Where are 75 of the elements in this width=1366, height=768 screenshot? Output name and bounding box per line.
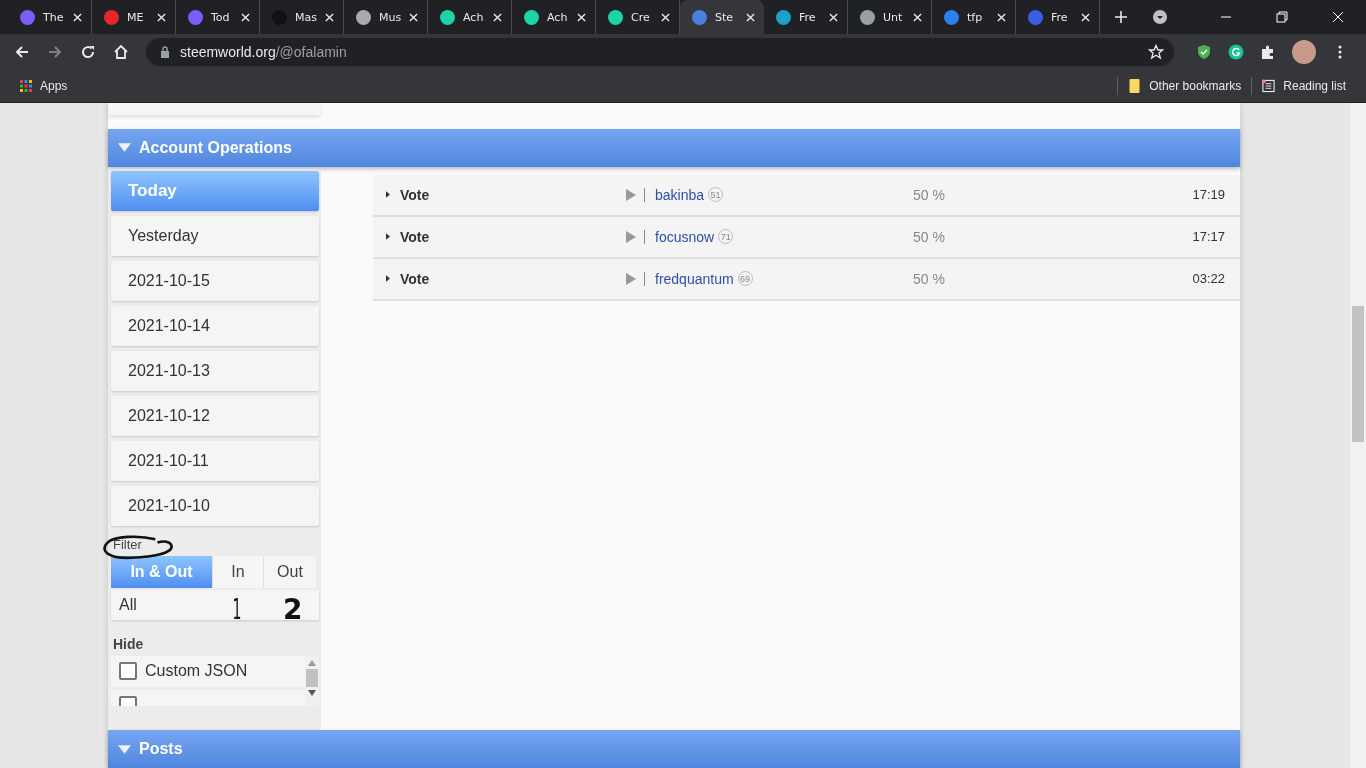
- close-icon[interactable]: [157, 12, 166, 22]
- extension-circle-icon[interactable]: [1228, 44, 1244, 60]
- folder-icon: [1128, 79, 1142, 93]
- other-bookmarks[interactable]: Other bookmarks: [1128, 79, 1242, 93]
- close-icon[interactable]: [746, 12, 755, 22]
- reading-list[interactable]: Reading list: [1262, 79, 1346, 93]
- scrollbar[interactable]: [1350, 103, 1366, 768]
- expand-caret-icon: [386, 275, 390, 283]
- scrollbar[interactable]: [305, 655, 319, 706]
- home-icon[interactable]: [113, 44, 129, 60]
- direction-toggle[interactable]: Out: [264, 555, 316, 588]
- back-icon[interactable]: [14, 44, 30, 60]
- close-icon[interactable]: [73, 12, 82, 22]
- account-link[interactable]: focusnow: [655, 228, 715, 245]
- operation-row[interactable]: Vote fredquantum 69 50 % 03:22: [373, 258, 1240, 301]
- apps-grid-icon: [20, 80, 32, 92]
- operation-type: Vote: [400, 186, 431, 203]
- lock-icon: [160, 46, 170, 58]
- apps-bookmark[interactable]: Apps: [20, 79, 68, 93]
- play-icon[interactable]: [626, 188, 636, 201]
- operation-time: 17:17: [1192, 229, 1225, 245]
- operation-time: 03:22: [1192, 271, 1225, 287]
- forward-icon[interactable]: [47, 44, 63, 60]
- profile-avatar[interactable]: [1292, 40, 1316, 64]
- filter-label: Filter: [113, 536, 142, 552]
- close-icon[interactable]: [913, 12, 922, 22]
- vote-weight: 50 %: [913, 186, 945, 203]
- shield-icon[interactable]: [1196, 44, 1212, 60]
- expand-caret-icon: [386, 191, 390, 199]
- date-tab[interactable]: Yesterday: [111, 215, 319, 256]
- date-tab[interactable]: 2021-10-12: [111, 395, 319, 436]
- account-link[interactable]: bakinba: [655, 186, 705, 203]
- close-icon[interactable]: [577, 12, 586, 22]
- puzzle-icon[interactable]: [1260, 44, 1276, 60]
- hide-option[interactable]: Custom JSON: [111, 655, 305, 687]
- browser-tab[interactable]: Ste: [680, 0, 764, 34]
- hide-label: Hide: [113, 635, 145, 652]
- collapse-triangle-icon: [118, 143, 131, 153]
- operation-type: Vote: [400, 228, 431, 245]
- date-tab[interactable]: 2021-10-11: [111, 440, 319, 481]
- close-icon[interactable]: [409, 12, 419, 22]
- close-window-icon[interactable]: [1332, 11, 1344, 23]
- date-tab[interactable]: 2021-10-15: [111, 260, 319, 301]
- date-tab[interactable]: 2021-10-10: [111, 485, 319, 526]
- restore-icon[interactable]: [1276, 11, 1288, 23]
- option-label: Custom JSON: [145, 662, 248, 681]
- play-icon[interactable]: [626, 272, 636, 285]
- reload-icon[interactable]: [80, 44, 96, 60]
- operation-time: 17:19: [1192, 187, 1225, 203]
- close-icon[interactable]: [241, 12, 250, 22]
- close-icon[interactable]: [1081, 12, 1090, 22]
- close-icon[interactable]: [325, 12, 334, 22]
- address-bar[interactable]: steemworld.org/@ofalamin: [146, 38, 1174, 66]
- operation-type: Vote: [400, 270, 431, 287]
- expand-caret-icon: [386, 233, 390, 241]
- account-link[interactable]: fredquantum: [655, 270, 734, 287]
- checkbox[interactable]: [119, 662, 137, 681]
- collapse-triangle-icon: [118, 744, 131, 754]
- vote-weight: 50 %: [913, 228, 945, 245]
- close-icon[interactable]: [829, 12, 838, 22]
- operation-row[interactable]: Vote focusnow 71 50 % 17:17: [373, 216, 1240, 259]
- date-tab[interactable]: 2021-10-13: [111, 350, 319, 391]
- close-icon[interactable]: [997, 12, 1006, 22]
- close-icon[interactable]: [661, 12, 670, 22]
- tab-search-icon[interactable]: [1152, 9, 1168, 25]
- date-tab[interactable]: 2021-10-14: [111, 305, 319, 346]
- operation-row[interactable]: Vote bakinba 51 50 % 17:19: [373, 174, 1240, 217]
- vote-weight: 50 %: [913, 270, 945, 287]
- bookmark-star-icon[interactable]: [1148, 44, 1164, 60]
- close-icon[interactable]: [493, 12, 502, 22]
- scroll-down-icon[interactable]: [308, 689, 316, 696]
- new-tab-icon[interactable]: [1114, 10, 1128, 24]
- direction-toggle[interactable]: In: [213, 555, 264, 588]
- play-icon[interactable]: [626, 230, 636, 243]
- reading-list-icon: [1262, 79, 1276, 93]
